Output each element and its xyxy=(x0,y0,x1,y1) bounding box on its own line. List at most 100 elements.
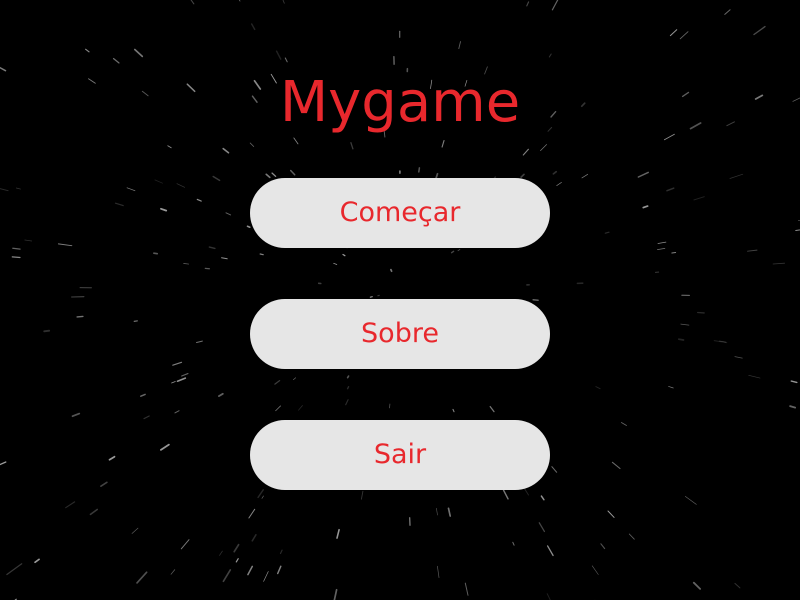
star-streak xyxy=(333,262,338,265)
star-streak xyxy=(235,558,239,563)
star-streak xyxy=(249,142,255,147)
star-streak xyxy=(457,249,461,252)
star-streak xyxy=(143,415,150,420)
star-streak xyxy=(248,508,256,519)
star-streak xyxy=(292,377,297,381)
star-streak xyxy=(669,29,678,37)
star-streak xyxy=(265,173,271,179)
star-streak xyxy=(734,356,743,359)
start-button[interactable]: Começar xyxy=(250,178,550,248)
star-streak xyxy=(181,373,189,377)
star-streak xyxy=(279,549,283,555)
star-streak xyxy=(546,593,551,600)
star-streak xyxy=(512,541,515,546)
star-streak xyxy=(551,0,559,11)
star-streak xyxy=(642,205,649,209)
star-streak xyxy=(668,386,674,389)
star-streak xyxy=(692,581,701,590)
star-streak xyxy=(522,148,529,156)
star-streak xyxy=(540,495,545,501)
star-streak xyxy=(133,48,144,58)
star-streak xyxy=(171,381,176,384)
star-streak xyxy=(489,405,495,413)
star-streak xyxy=(447,507,452,517)
star-streak xyxy=(0,188,9,192)
game-title: Mygame xyxy=(279,70,521,135)
star-streak xyxy=(233,543,240,553)
star-streak xyxy=(114,202,124,207)
star-streak xyxy=(289,169,296,176)
star-streak xyxy=(684,496,697,505)
about-button[interactable]: Sobre xyxy=(250,299,550,369)
star-streak xyxy=(154,179,163,184)
star-streak xyxy=(600,543,606,550)
star-streak xyxy=(502,489,509,500)
star-streak xyxy=(556,182,562,186)
star-streak xyxy=(437,565,440,578)
star-streak xyxy=(336,528,340,539)
exit-button[interactable]: Sair xyxy=(250,420,550,490)
main-menu-screen: Mygame Começar Sobre Sair xyxy=(0,0,800,600)
star-streak xyxy=(170,569,176,575)
star-streak xyxy=(276,565,282,575)
star-streak xyxy=(11,256,21,259)
star-streak xyxy=(637,171,649,178)
star-streak xyxy=(753,25,766,36)
star-streak xyxy=(196,340,203,344)
star-streak xyxy=(464,582,469,596)
star-streak xyxy=(218,392,224,397)
star-streak xyxy=(346,375,350,379)
star-streak xyxy=(261,495,264,499)
star-streak xyxy=(795,229,800,232)
star-streak xyxy=(729,173,744,179)
star-streak xyxy=(65,501,76,509)
star-streak xyxy=(176,377,187,383)
star-streak xyxy=(160,443,170,451)
star-streak xyxy=(176,183,185,188)
star-streak xyxy=(275,50,282,60)
star-streak xyxy=(12,247,21,250)
star-streak xyxy=(790,380,798,384)
star-streak xyxy=(552,170,558,175)
star-streak xyxy=(546,545,554,557)
star-streak xyxy=(85,48,90,53)
star-streak xyxy=(604,231,610,234)
star-streak xyxy=(345,399,349,406)
star-streak xyxy=(526,1,530,7)
star-streak xyxy=(680,323,690,326)
star-streak xyxy=(747,249,758,252)
star-streak xyxy=(450,250,455,254)
star-streak xyxy=(259,253,264,256)
star-streak xyxy=(34,558,40,564)
star-streak xyxy=(611,461,621,470)
star-streak xyxy=(126,187,136,192)
star-streak xyxy=(298,405,303,411)
star-streak xyxy=(538,522,546,533)
star-streak xyxy=(172,361,183,366)
star-streak xyxy=(0,461,7,466)
star-streak xyxy=(238,0,241,2)
star-streak xyxy=(57,243,73,247)
star-streak xyxy=(418,167,421,173)
star-streak xyxy=(174,410,180,414)
star-streak xyxy=(250,23,256,31)
star-streak xyxy=(748,374,761,379)
star-streak xyxy=(180,539,190,550)
star-streak xyxy=(284,57,288,63)
star-streak xyxy=(607,510,615,518)
star-streak xyxy=(257,489,264,499)
star-streak xyxy=(671,251,677,254)
star-streak xyxy=(222,147,230,154)
star-streak xyxy=(520,173,525,178)
star-streak xyxy=(591,565,599,575)
star-streak xyxy=(108,455,116,461)
star-streak xyxy=(282,0,285,4)
star-streak xyxy=(112,57,120,64)
star-streak xyxy=(89,508,98,516)
star-streak xyxy=(342,253,346,257)
star-streak xyxy=(153,252,159,255)
star-streak xyxy=(369,296,373,298)
star-streak xyxy=(136,571,148,584)
star-streak xyxy=(390,268,393,273)
star-streak xyxy=(677,338,685,341)
